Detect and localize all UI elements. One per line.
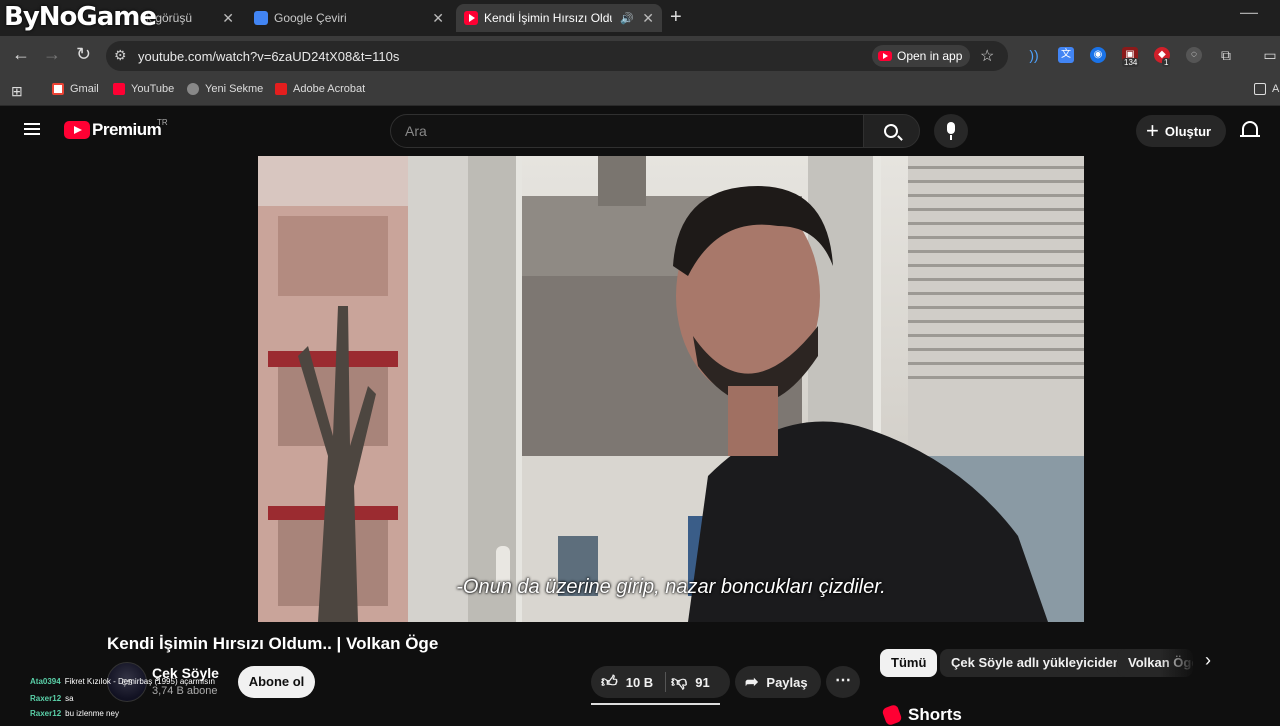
like-count: 10 B (625, 674, 654, 690)
sidebar-icon[interactable]: ▭ (1262, 47, 1278, 63)
bookmark-label: YouTube (131, 83, 175, 95)
youtube-header: Premium TR + Oluştur (0, 106, 1280, 156)
share-arrow-icon: ➦ (745, 674, 759, 691)
share-button[interactable]: ➦ Paylaş (735, 666, 821, 698)
address-bar[interactable]: ⚙ youtube.com/watch?v=6zaUD24tX08&t=110s… (106, 41, 1008, 71)
gmail-icon (52, 83, 64, 95)
subscriber-count: 3,74 B abone (152, 685, 218, 697)
globe-icon (187, 83, 199, 95)
extension-icon[interactable]: ◉ (1090, 47, 1106, 63)
close-icon[interactable]: ✕ (432, 10, 444, 27)
chip-fade (1160, 649, 1196, 677)
close-icon[interactable]: ✕ (642, 10, 654, 27)
create-label: Oluştur (1164, 123, 1212, 139)
minimize-button[interactable]: — (1240, 2, 1258, 23)
thumbs-down-icon: 👎︎ (671, 673, 688, 691)
extension-icon[interactable]: ◌ (1186, 47, 1202, 63)
shorts-heading: Shorts (908, 705, 962, 724)
thumbs-up-icon: 👍︎ (601, 673, 618, 691)
video-frame-image (258, 156, 1084, 622)
search-button[interactable] (863, 114, 920, 148)
chevron-right-icon[interactable]: › (1205, 650, 1211, 671)
dislike-button[interactable]: 👎︎ 91 (671, 666, 710, 698)
puzzle-extensions-icon[interactable]: ⧉ (1218, 47, 1234, 63)
browser-tab-bar: ByNoGame k görüşü ✕ Google Çeviri ✕ Kend… (0, 0, 1280, 36)
apps-grid-icon[interactable]: ⊞ (11, 83, 23, 100)
bookmark-youtube[interactable]: YouTube (113, 83, 174, 95)
bookmark-folder-other[interactable]: A (1254, 83, 1279, 95)
bookmark-new-tab[interactable]: Yeni Sekme (187, 83, 263, 95)
back-arrow-icon[interactable]: ← (12, 44, 30, 65)
menu-hamburger-icon[interactable] (24, 123, 40, 135)
chat-overlay-line: Ata0394 Fikret Kızılok - Demirbaş (1995) … (30, 677, 215, 686)
youtube-logo-icon[interactable] (64, 121, 90, 139)
youtube-premium-label[interactable]: Premium (92, 120, 162, 140)
notifications-bell-icon[interactable] (1240, 121, 1260, 137)
chat-overlay-line: Raxer12 bu izlenme ney (30, 709, 119, 718)
bookmark-label: Gmail (70, 83, 99, 95)
close-icon[interactable]: ✕ (222, 10, 234, 27)
youtube-icon (464, 11, 478, 25)
open-in-app-button[interactable]: Open in app (872, 45, 971, 67)
chip-from-uploader[interactable]: Çek Söyle adlı yükleyiciden (940, 649, 1132, 677)
chat-user: Raxer12 (30, 709, 62, 718)
bynogame-watermark: ByNoGame (4, 2, 157, 32)
read-aloud-extension-icon[interactable]: )) (1026, 47, 1042, 63)
translate-extension-icon[interactable]: 文 (1058, 47, 1074, 63)
new-tab-button[interactable]: + (670, 6, 682, 29)
speaker-icon[interactable]: 🔊 (620, 12, 634, 25)
bookmark-label: A (1272, 83, 1280, 95)
youtube-icon (878, 51, 892, 61)
divider (665, 672, 666, 692)
subscribe-button[interactable]: Abone ol (238, 666, 315, 698)
chat-user: Ata0394 (30, 677, 61, 686)
bookmark-label: Yeni Sekme (205, 83, 264, 95)
adobe-acrobat-icon (275, 83, 287, 95)
tab-label: Kendi İşimin Hırsızı Oldum.. (484, 11, 612, 25)
bookmark-adobe-acrobat[interactable]: Adobe Acrobat (275, 83, 365, 95)
more-actions-button[interactable]: ⋯ (826, 666, 860, 698)
search-input[interactable] (391, 115, 863, 147)
region-label: TR (157, 118, 168, 127)
tab-google-translate[interactable]: Google Çeviri ✕ (246, 4, 452, 32)
site-info-icon[interactable]: ⚙ (114, 47, 127, 64)
open-in-app-label: Open in app (897, 49, 963, 63)
search-box[interactable] (390, 114, 864, 148)
video-title: Kendi İşimin Hırsızı Oldum.. | Volkan Ög… (107, 634, 439, 653)
forward-arrow-icon[interactable]: → (43, 44, 61, 65)
chat-text: bu izlenme ney (65, 709, 119, 718)
google-translate-icon (254, 11, 268, 25)
create-button[interactable]: + Oluştur (1136, 115, 1226, 147)
extension-badge: 1 (1162, 58, 1171, 67)
tab-label: Google Çeviri (274, 11, 347, 25)
shorts-icon (881, 703, 903, 726)
video-player[interactable]: -Onun da üzerine girip, nazar boncukları… (258, 156, 1084, 622)
bookmark-gmail[interactable]: Gmail (52, 83, 99, 95)
bookmark-label: Adobe Acrobat (293, 83, 366, 95)
browser-toolbar: ← → ↻ ⚙ youtube.com/watch?v=6zaUD24tX08&… (0, 36, 1280, 76)
bookmarks-bar: ⊞ Gmail YouTube Yeni Sekme Adobe Acrobat… (0, 76, 1280, 106)
url-text: youtube.com/watch?v=6zaUD24tX08&t=110s (138, 49, 400, 64)
chat-user: Raxer12 (30, 694, 62, 703)
dislike-count: 91 (695, 674, 710, 690)
search-icon (884, 124, 898, 138)
share-label: Paylaş (766, 674, 808, 690)
chip-all[interactable]: Tümü (880, 649, 938, 677)
chat-text: Fikret Kızılok - Demirbaş (1995) açarmıs… (64, 677, 215, 686)
extension-badge: 134 (1122, 58, 1140, 67)
plus-icon: + (1146, 118, 1159, 143)
like-button[interactable]: 👍︎ 10 B (591, 666, 664, 698)
chat-overlay-line: Raxer12 sa (30, 694, 74, 703)
tab-youtube-video[interactable]: Kendi İşimin Hırsızı Oldum.. 🔊 ✕ (456, 4, 662, 32)
video-player-area: -Onun da üzerine girip, nazar boncukları… (0, 156, 1280, 622)
youtube-icon (113, 83, 125, 95)
like-dislike-group: 👍︎ 10 B 👎︎ 91 (591, 666, 730, 698)
video-subtitle: -Onun da üzerine girip, nazar boncukları… (456, 576, 886, 598)
bookmark-star-icon[interactable]: ☆ (980, 46, 994, 66)
like-ratio-bar (591, 703, 720, 705)
voice-search-mic-icon[interactable] (934, 114, 968, 148)
reload-icon[interactable]: ↻ (76, 44, 91, 65)
chat-text: sa (65, 694, 74, 703)
folder-icon (1254, 83, 1266, 95)
